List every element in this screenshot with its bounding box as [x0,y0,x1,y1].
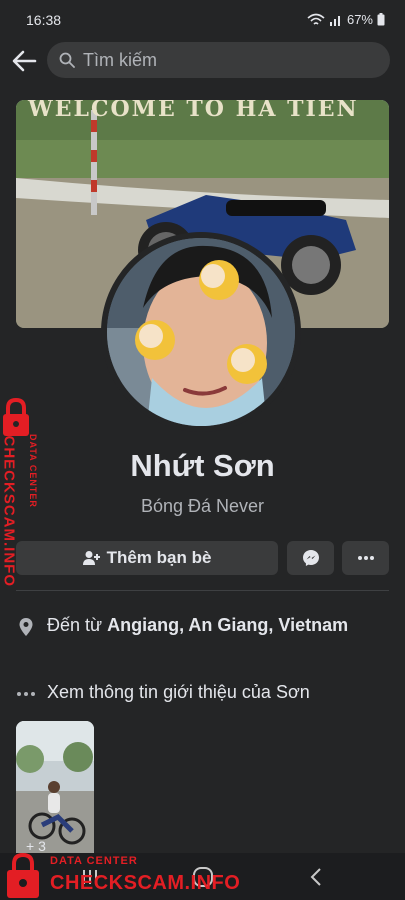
hometown-text: Đến từ Angiang, An Giang, Vietnam [47,613,377,638]
watermark-side: CHECKSCAM.INFO DATA CENTER [1,397,42,598]
search-input[interactable]: Tìm kiếm [47,42,390,78]
more-options-button[interactable] [342,541,389,575]
cover-sign-text: WELCOME TO HA TIEN [28,100,359,122]
add-friend-button[interactable]: Thêm bạn bè [16,541,278,575]
nav-back-icon[interactable] [308,867,326,887]
search-bar: Tìm kiếm [0,40,405,82]
avatar[interactable] [107,238,295,426]
more-dots-icon [357,556,374,560]
more-dots-icon [17,692,35,696]
wifi-icon [307,13,325,25]
profile-name: Nhứt Sơn [130,448,275,483]
hometown-place[interactable]: Angiang, An Giang, Vietnam [107,615,348,635]
search-icon [59,52,75,68]
profile-bio: Bóng Đá Never [140,496,265,516]
signal-icon [329,15,340,26]
status-icons: 67% [307,12,385,27]
battery-percent: 67% [346,12,373,27]
watermark-bottom-brand: CHECKSCAM.INFO [50,872,241,894]
messenger-button[interactable] [287,541,334,575]
avatar-image [107,238,295,426]
watermark-side-brand: CHECKSCAM.INFO [0,435,18,588]
search-placeholder: Tìm kiếm [83,50,157,70]
about-link[interactable]: Xem thông tin giới thiệu của Sơn [47,680,377,705]
add-friend-icon [82,551,100,565]
watermark-bottom: DATA CENTER CHECKSCAM.INFO [4,852,244,900]
messenger-icon [302,550,319,566]
status-bar: 16:38 67% [0,0,405,40]
add-friend-label: Thêm bạn bè [106,548,212,567]
status-time: 16:38 [26,12,62,28]
watermark-bottom-top: DATA CENTER [50,855,138,867]
section-divider [16,590,389,591]
back-arrow-icon[interactable] [10,48,38,74]
location-pin-icon [19,618,33,636]
watermark-lock-icon [7,852,39,898]
watermark-side-top: DATA CENTER [28,434,38,508]
battery-icon [377,13,385,26]
hometown-prefix: Đến từ [47,615,108,635]
